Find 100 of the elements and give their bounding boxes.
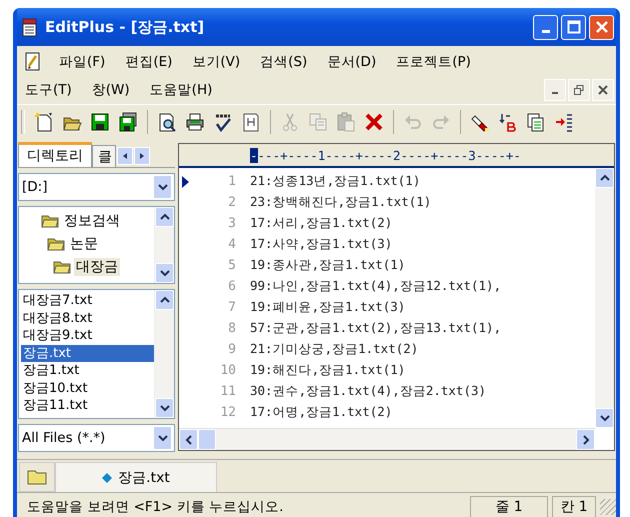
folder-icon (47, 236, 65, 250)
scroll-left-button[interactable] (179, 429, 198, 450)
close-button[interactable] (589, 14, 614, 40)
minimize-icon (552, 92, 558, 94)
chevron-up-icon (160, 213, 170, 221)
restore-icon (574, 85, 584, 95)
maximize-icon (566, 20, 580, 34)
minimize-button[interactable] (533, 14, 558, 40)
scroll-down-button[interactable] (155, 398, 174, 418)
line-number: 11 (219, 384, 237, 399)
minimize-icon (542, 30, 550, 32)
resize-grip (600, 498, 616, 514)
document-pencil-icon (25, 52, 41, 72)
file-filter-dropdown[interactable]: All Files (*.*) (18, 424, 175, 452)
file-item[interactable]: 장금1.txt (21, 362, 154, 380)
restore-button[interactable] (568, 79, 590, 101)
scroll-up-button[interactable] (155, 207, 174, 227)
line-number: 6 (227, 279, 237, 294)
close-icon (594, 20, 608, 34)
menu-item[interactable]: 편집(E) (115, 53, 182, 71)
code-line: 19:폐비윤,장금1.txt(3) (250, 299, 406, 316)
scroll-down-button[interactable] (595, 408, 614, 428)
scissors-icon (280, 112, 300, 132)
magnifier-document-icon (157, 112, 177, 132)
menu-item[interactable]: 도구(T) (19, 81, 82, 99)
replace-letters-icon (498, 112, 518, 132)
sidebar-tab[interactable]: 클 (92, 145, 116, 167)
scroll-right-button[interactable] (576, 429, 595, 450)
dropdown-button[interactable] (153, 175, 172, 199)
new-file-icon (34, 112, 54, 132)
scroll-right-button[interactable] (134, 147, 150, 165)
indent-icon (554, 112, 574, 132)
document-tab[interactable]: 장금.txt (55, 462, 217, 492)
menu-item[interactable]: 검색(S) (250, 53, 318, 71)
x-mark-icon (364, 112, 384, 132)
checkmark-abc-icon (213, 112, 233, 132)
menu-item[interactable]: 보기(V) (182, 53, 250, 71)
redo-icon (431, 112, 451, 132)
printer-icon (185, 112, 205, 132)
line-number: 2 (227, 195, 237, 210)
diamond-icon (102, 472, 112, 482)
ruler-marks: ---+----1----+----2----+----3----+- (258, 148, 521, 163)
chevron-up-icon (600, 174, 610, 182)
folder-button[interactable] (19, 462, 55, 492)
folder-item[interactable]: 정보검색 (62, 212, 122, 230)
scroll-thumb[interactable] (198, 429, 216, 450)
file-item[interactable]: 대장금8.txt (21, 310, 154, 327)
maximize-button[interactable] (561, 14, 586, 40)
sidebar-tab[interactable]: 디렉토리 (18, 142, 92, 167)
line-number: 3 (227, 216, 237, 231)
chevron-left-icon (184, 434, 192, 444)
chevron-down-icon (160, 269, 170, 277)
minimize-button[interactable] (544, 79, 566, 101)
file-item[interactable]: 대장금9.txt (21, 327, 154, 344)
line-number: 10 (219, 363, 237, 378)
chevron-right-icon (582, 434, 590, 444)
drive-dropdown[interactable]: [D:] (18, 173, 175, 201)
folder-item[interactable]: 대장금 (74, 258, 120, 276)
line-number: 12 (219, 405, 237, 420)
code-line: 17:서리,장금1.txt(2) (250, 215, 392, 232)
file-item[interactable]: 장금10.txt (21, 380, 154, 397)
file-item[interactable]: 장금11.txt (21, 397, 154, 414)
chevron-down-icon (158, 434, 168, 442)
menu-item[interactable]: 프로젝트(P) (386, 53, 481, 71)
dropdown-button[interactable] (153, 426, 172, 450)
column-indicator: 칸 1 (552, 496, 596, 517)
line-number: 9 (227, 342, 237, 357)
folder-icon (53, 260, 71, 274)
window-title: EditPlus - [장금.txt] (45, 18, 206, 36)
copy-icon (308, 112, 328, 132)
scroll-left-button[interactable] (117, 147, 133, 165)
combo-value: All Files (*.*) (22, 430, 106, 446)
code-line: 17:사약,장금1.txt(3) (250, 236, 392, 253)
code-line: 19:해진다,장금1.txt(1) (250, 362, 406, 379)
scroll-up-button[interactable] (595, 168, 614, 188)
chevron-down-icon (600, 414, 610, 422)
menu-item[interactable]: 파일(F) (49, 53, 116, 71)
close-button[interactable] (592, 79, 614, 101)
code-line: 17:어명,장금1.txt(2) (250, 404, 392, 421)
notepad-icon (21, 17, 39, 37)
line-number: 4 (227, 237, 237, 252)
line-number: 1 (227, 174, 237, 189)
menu-item[interactable]: 창(W) (82, 81, 140, 99)
line-indicator: 줄 1 (470, 496, 548, 517)
code-line: 57:군관,장금1.txt(2),장금13.txt(1), (250, 320, 502, 337)
menu-item[interactable]: 도움말(H) (140, 81, 222, 99)
code-line: 23:창백해진다,장금1.txt(1) (250, 194, 432, 211)
file-item[interactable]: 대장금7.txt (21, 292, 154, 310)
menu-item[interactable]: 문서(D) (317, 53, 386, 71)
clipboard-icon (336, 112, 356, 132)
file-item[interactable]: 장금.txt (21, 344, 154, 362)
scroll-down-button[interactable] (155, 263, 174, 283)
folder-item[interactable]: 논문 (68, 234, 100, 252)
combo-value: [D:] (22, 179, 48, 195)
ruler-cursor: - (250, 148, 258, 163)
code-line: 21:성종13년,장금1.txt(1) (250, 173, 420, 190)
scroll-up-button[interactable] (155, 290, 174, 310)
line-number: 7 (227, 300, 237, 315)
floppy-disks-icon (118, 112, 138, 132)
right-arrow-icon (138, 152, 146, 160)
